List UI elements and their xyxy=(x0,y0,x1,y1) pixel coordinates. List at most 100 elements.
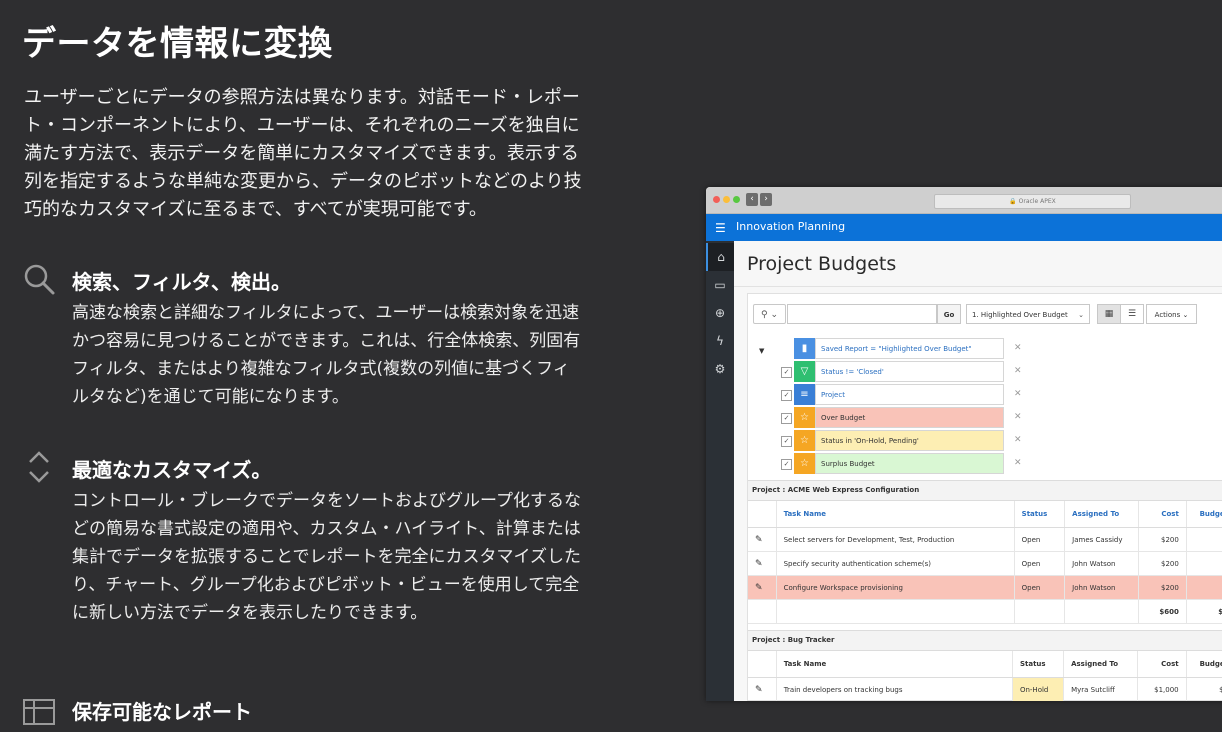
column-header[interactable]: Status xyxy=(1014,501,1066,528)
highlight-star-icon: ☆ xyxy=(794,407,815,428)
report-table: Task NameStatusAssigned ToCostBudget✎Tra… xyxy=(748,651,1222,701)
forward-icon[interactable]: › xyxy=(760,193,772,206)
filter-enable-checkbox[interactable]: ✓ xyxy=(781,413,792,424)
highlight-star-icon: ☆ xyxy=(794,430,815,451)
edit-pencil-icon[interactable]: ✎ xyxy=(748,527,777,552)
bolt-icon[interactable]: ϟ xyxy=(706,327,734,355)
edit-pencil-icon[interactable]: ✎ xyxy=(748,551,777,576)
page-title: データを情報に変換 xyxy=(22,24,333,64)
remove-filter-icon[interactable]: ✕ xyxy=(1014,453,1022,474)
detail-view-icon[interactable]: ☰ xyxy=(1120,304,1144,324)
feature-title-saved-reports: 保存可能なレポート xyxy=(72,700,252,724)
grid-icon xyxy=(23,699,55,725)
column-header[interactable]: Cost xyxy=(1138,501,1187,528)
remove-filter-icon[interactable]: ✕ xyxy=(1014,338,1022,359)
column-header[interactable]: Budget xyxy=(1186,501,1222,528)
filter-icon: ▽ xyxy=(794,361,815,382)
address-text: Oracle APEX xyxy=(1018,198,1056,205)
close-window-icon[interactable] xyxy=(713,196,720,203)
empty-cell xyxy=(1064,599,1139,624)
table-row[interactable]: ✎ Configure Workspace provisioning Open Joh… xyxy=(748,575,1222,600)
go-button[interactable]: Go xyxy=(937,304,961,324)
remove-filter-icon[interactable]: ✕ xyxy=(1014,384,1022,405)
status-cell: Open xyxy=(1014,527,1066,552)
column-header[interactable]: Assigned To xyxy=(1063,651,1138,678)
assigned-to-cell: James Cassidy xyxy=(1064,527,1139,552)
column-header[interactable]: Task Name xyxy=(776,501,1015,528)
briefcase-icon[interactable]: ▭ xyxy=(706,271,734,299)
feature-body-search: 高速な検索と詳細なフィルタによって、ユーザーは検索対象を迅速かつ容易に見つけるこ… xyxy=(72,303,581,407)
browser-chrome: ‹ › 🔒 Oracle APEX xyxy=(706,187,1222,214)
maximize-window-icon[interactable] xyxy=(733,196,740,203)
total-cost-cell: $600 xyxy=(1138,599,1187,624)
chevron-down-icon: ⌄ xyxy=(1078,311,1084,319)
status-cell: On-Hold xyxy=(1012,677,1065,701)
saved-report-value: 1. Highlighted Over Budget xyxy=(972,311,1068,319)
filter-label[interactable]: Status != 'Closed' xyxy=(815,361,1004,382)
column-header[interactable]: Task Name xyxy=(776,651,1013,678)
address-bar[interactable]: 🔒 Oracle APEX xyxy=(934,194,1131,209)
filter-row: ✓ ☆ Surplus Budget ✕ xyxy=(748,453,1048,474)
filter-enable-checkbox[interactable]: ✓ xyxy=(781,390,792,401)
filter-label[interactable]: Surplus Budget xyxy=(815,453,1004,474)
filter-row: ✓ ▽ Status != 'Closed' ✕ xyxy=(748,361,1048,382)
main-content: Project Budgets ⚲ ⌄ Go 1. Highlighted Ov… xyxy=(734,241,1222,701)
remove-filter-icon[interactable]: ✕ xyxy=(1014,430,1022,451)
gear-icon[interactable]: ⚙ xyxy=(706,355,734,383)
filter-label[interactable]: Project xyxy=(815,384,1004,405)
cost-cell: $200 xyxy=(1138,575,1187,600)
zoom-search-icon[interactable]: ⊕ xyxy=(706,299,734,327)
menu-icon[interactable]: ☰ xyxy=(715,221,726,235)
table-row[interactable]: ✎ Specify security authentication scheme(… xyxy=(748,551,1222,576)
cost-cell: $200 xyxy=(1138,527,1187,552)
total-budget-cell: $1 xyxy=(1186,599,1222,624)
filter-enable-checkbox[interactable]: ✓ xyxy=(781,367,792,378)
filter-enable-checkbox[interactable]: ✓ xyxy=(781,436,792,447)
task-name-cell: Specify security authentication scheme(s… xyxy=(776,551,1015,576)
home-icon[interactable]: ⌂ xyxy=(706,243,734,271)
table-header-row: Task NameStatusAssigned ToCostBudget xyxy=(748,501,1222,528)
search-column-button[interactable]: ⚲ ⌄ xyxy=(753,304,786,324)
table-row[interactable]: ✎ Select servers for Development, Test, P… xyxy=(748,527,1222,552)
edit-column-header xyxy=(748,651,777,678)
back-icon[interactable]: ‹ xyxy=(746,193,758,206)
filter-label[interactable]: Status in 'On-Hold, Pending' xyxy=(815,430,1004,451)
interactive-report: ⚲ ⌄ Go 1. Highlighted Over Budget ⌄ ▦ ☰ … xyxy=(747,293,1222,701)
filter-label[interactable]: Over Budget xyxy=(815,407,1004,428)
status-cell: Open xyxy=(1014,551,1066,576)
task-name-cell: Select servers for Development, Test, Pr… xyxy=(776,527,1015,552)
status-cell: Open xyxy=(1014,575,1066,600)
report-toolbar: ⚲ ⌄ Go 1. Highlighted Over Budget ⌄ ▦ ☰ … xyxy=(753,304,1222,324)
region-title: Project Budgets xyxy=(747,253,897,275)
filter-row: ▮ Saved Report = "Highlighted Over Budget… xyxy=(748,338,1048,359)
saved-report-select[interactable]: 1. Highlighted Over Budget ⌄ xyxy=(966,304,1090,324)
filter-label[interactable]: Saved Report = "Highlighted Over Budget" xyxy=(815,338,1004,359)
edit-pencil-icon[interactable]: ✎ xyxy=(748,677,777,701)
report-table: Task NameStatusAssigned ToCostBudget✎Sel… xyxy=(748,501,1222,624)
budget-cell: $2 xyxy=(1186,677,1222,701)
search-input[interactable] xyxy=(787,304,937,324)
filter-enable-checkbox[interactable]: ✓ xyxy=(781,459,792,470)
assigned-to-cell: John Watson xyxy=(1064,551,1139,576)
filter-row: ✓ ☆ Over Budget ✕ xyxy=(748,407,1048,428)
remove-filter-icon[interactable]: ✕ xyxy=(1014,407,1022,428)
bookmark-icon: ▮ xyxy=(794,338,815,359)
highlight-star-icon: ☆ xyxy=(794,453,815,474)
table-row[interactable]: ✎ Train developers on tracking bugs On-Hol… xyxy=(748,677,1222,701)
cost-cell: $1,000 xyxy=(1137,677,1187,701)
lock-icon: 🔒 xyxy=(1009,198,1017,205)
column-header[interactable]: Assigned To xyxy=(1064,501,1139,528)
column-header[interactable]: Cost xyxy=(1137,651,1187,678)
sort-icon xyxy=(29,451,49,483)
column-header[interactable]: Status xyxy=(1012,651,1065,678)
intro-paragraph: ユーザーごとにデータの参照方法は異なります。対話モード・レポート・コンポーネント… xyxy=(24,87,582,220)
remove-filter-icon[interactable]: ✕ xyxy=(1014,361,1022,382)
edit-column-header xyxy=(748,501,777,528)
minimize-window-icon[interactable] xyxy=(723,196,730,203)
app-name[interactable]: Innovation Planning xyxy=(736,220,845,233)
actions-menu-button[interactable]: Actions ⌄ xyxy=(1146,304,1197,324)
grid-view-icon[interactable]: ▦ xyxy=(1097,304,1121,324)
edit-pencil-icon[interactable]: ✎ xyxy=(748,575,777,600)
column-header[interactable]: Budget xyxy=(1186,651,1222,678)
feature-title-customize: 最適なカスタマイズ。 xyxy=(72,458,272,482)
